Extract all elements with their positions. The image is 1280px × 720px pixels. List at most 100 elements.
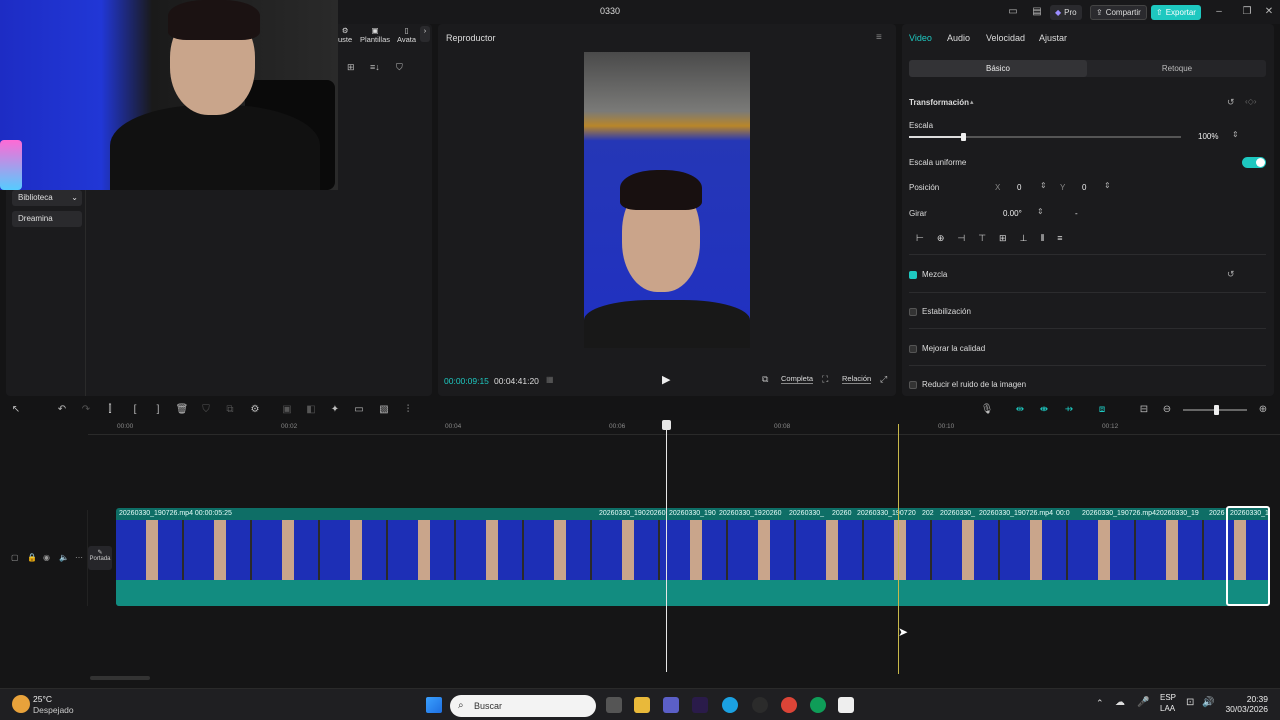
cover-button[interactable]: ✎ Portada: [88, 546, 112, 570]
crop-icon[interactable]: ⧉: [223, 404, 237, 415]
sort-icon[interactable]: ≡↓: [370, 62, 380, 72]
zoom-in-icon[interactable]: ⊕: [1256, 404, 1270, 415]
stepper-icon[interactable]: ⇕: [1040, 181, 1047, 190]
split-right-icon[interactable]: ]: [151, 404, 165, 415]
blend-checkbox[interactable]: [909, 271, 917, 279]
selected-clip-outline[interactable]: [1226, 506, 1270, 606]
microphone-tray-icon[interactable]: 🎤: [1137, 697, 1149, 708]
split-left-icon[interactable]: [: [128, 404, 142, 415]
keyframe-icon[interactable]: ‹◇›: [1245, 97, 1256, 106]
video-preview[interactable]: [584, 52, 750, 348]
wand-icon[interactable]: ✦: [328, 404, 342, 415]
mirror-icon[interactable]: ◧: [304, 404, 318, 415]
app-icon[interactable]: [692, 697, 708, 713]
tab-video[interactable]: Video: [909, 33, 932, 43]
image-icon[interactable]: ▧: [377, 404, 391, 415]
magnet-icon[interactable]: ⇼: [1037, 404, 1051, 415]
filter-icon[interactable]: ⛉: [396, 62, 403, 73]
subtab-basic[interactable]: Básico: [909, 60, 1087, 77]
stabilize-checkbox[interactable]: [909, 308, 917, 316]
subtitle-icon[interactable]: ⊟: [1137, 404, 1151, 415]
capcut-icon[interactable]: [838, 697, 854, 713]
undo-icon[interactable]: ↶: [55, 404, 69, 415]
grid-view-icon[interactable]: ⊞: [347, 62, 355, 73]
lock-icon[interactable]: 🔒: [27, 553, 37, 562]
enhance-checkbox[interactable]: [909, 345, 917, 353]
play-button[interactable]: ▶: [662, 373, 670, 386]
layout-icon[interactable]: ▭: [1006, 5, 1020, 19]
denoise-checkbox[interactable]: [909, 381, 917, 389]
lang-label[interactable]: ESP: [1160, 693, 1176, 702]
redo-icon[interactable]: ↷: [79, 404, 93, 415]
snap-icon[interactable]: ⇸: [1062, 404, 1076, 415]
align-icons[interactable]: ⊢⊕⊣⊤⊞⊥⫴≡: [916, 233, 1096, 244]
weather-icon[interactable]: [12, 695, 30, 713]
tab-adjust[interactable]: ⚙ uste: [338, 26, 352, 44]
full-button[interactable]: Completa: [781, 374, 814, 384]
scale-slider-handle[interactable]: [961, 133, 967, 141]
preview-axis-icon[interactable]: ⧈: [1095, 404, 1109, 415]
pro-button[interactable]: ◆ Pro: [1050, 5, 1082, 20]
speaker-icon[interactable]: 🔈: [59, 553, 69, 562]
video-track[interactable]: [116, 508, 1270, 606]
stepper-icon[interactable]: ⇕: [1104, 181, 1111, 190]
taskbar-search[interactable]: ⌕ Buscar: [450, 695, 596, 717]
horizontal-scrollbar[interactable]: [90, 676, 150, 680]
rotate-extra[interactable]: -: [1075, 209, 1078, 218]
close-icon[interactable]: ✕: [1262, 5, 1276, 19]
menu-icon[interactable]: ≡: [876, 32, 882, 43]
tab-adjust-right[interactable]: Ajustar: [1039, 33, 1067, 43]
task-view-icon[interactable]: [606, 697, 622, 713]
track-select-icon[interactable]: ▢: [11, 553, 19, 562]
uniform-scale-toggle[interactable]: [1242, 157, 1266, 168]
zoom-out-icon[interactable]: ⊖: [1160, 404, 1174, 415]
ratio-button[interactable]: Relación: [842, 374, 872, 384]
chevron-right-icon[interactable]: ›: [420, 26, 430, 42]
chrome-profile-icon[interactable]: [810, 697, 826, 713]
file-explorer-icon[interactable]: [634, 697, 650, 713]
delete-icon[interactable]: 🗑: [175, 404, 189, 415]
tab-audio[interactable]: Audio: [947, 33, 970, 43]
tab-templates[interactable]: ▣ Plantillas: [360, 26, 390, 44]
caption-icon[interactable]: ▭: [352, 404, 366, 415]
microphone-icon[interactable]: 🎙: [980, 404, 994, 415]
edge-icon[interactable]: [722, 697, 738, 713]
shield-icon[interactable]: ⛉: [199, 404, 213, 415]
reset-icon[interactable]: ↺: [1227, 97, 1235, 108]
scale-slider-track[interactable]: [909, 133, 1181, 141]
shortcut-icon[interactable]: ▤: [1030, 5, 1044, 19]
zoom-slider-handle[interactable]: [1214, 405, 1219, 415]
magic-icon[interactable]: ⚙: [248, 404, 262, 415]
share-button[interactable]: ⇪ Compartir: [1090, 5, 1147, 20]
crop-icon[interactable]: ⧉: [762, 374, 768, 385]
whatsapp-icon[interactable]: [752, 697, 768, 713]
subtab-retouch[interactable]: Retoque: [1088, 60, 1266, 77]
clock[interactable]: 20:39 30/03/2026: [1218, 694, 1268, 714]
playhead-handle[interactable]: [662, 420, 671, 430]
zoom-slider[interactable]: [1183, 405, 1247, 415]
stepper-icon[interactable]: ⇕: [1232, 130, 1239, 139]
teams-icon[interactable]: [663, 697, 679, 713]
windows-start-icon[interactable]: [426, 697, 442, 713]
playhead[interactable]: [666, 420, 667, 672]
eye-icon[interactable]: ◉: [43, 553, 50, 562]
restore-icon[interactable]: ❐: [1240, 5, 1254, 19]
tab-speed[interactable]: Velocidad: [986, 33, 1025, 43]
expand-icon[interactable]: ⤢: [880, 374, 887, 385]
volume-icon[interactable]: 🔊: [1202, 697, 1214, 708]
split-icon[interactable]: ⫿: [103, 404, 117, 415]
sidebar-item-library[interactable]: Biblioteca ⌄: [12, 190, 82, 206]
more-icon[interactable]: ⋯: [75, 553, 83, 562]
time-ruler[interactable]: 00:00 00:02 00:04 00:06 00:08 00:10 00:1…: [88, 420, 1280, 434]
sidebar-item-dreamina[interactable]: Dreamina: [12, 211, 82, 227]
rotate-input[interactable]: 0.00°: [1003, 209, 1022, 218]
grid-icon[interactable]: ▦: [546, 375, 554, 384]
audio-split-icon[interactable]: ⫶: [401, 404, 415, 415]
caret-up-icon[interactable]: ▴: [970, 98, 974, 106]
scale-value[interactable]: 100%: [1198, 132, 1218, 141]
cloud-icon[interactable]: ☁: [1115, 697, 1125, 708]
pos-x-input[interactable]: 0: [1017, 183, 1021, 192]
pos-y-input[interactable]: 0: [1082, 183, 1086, 192]
chevron-up-icon[interactable]: ⌃: [1096, 698, 1104, 709]
chrome-icon[interactable]: [781, 697, 797, 713]
